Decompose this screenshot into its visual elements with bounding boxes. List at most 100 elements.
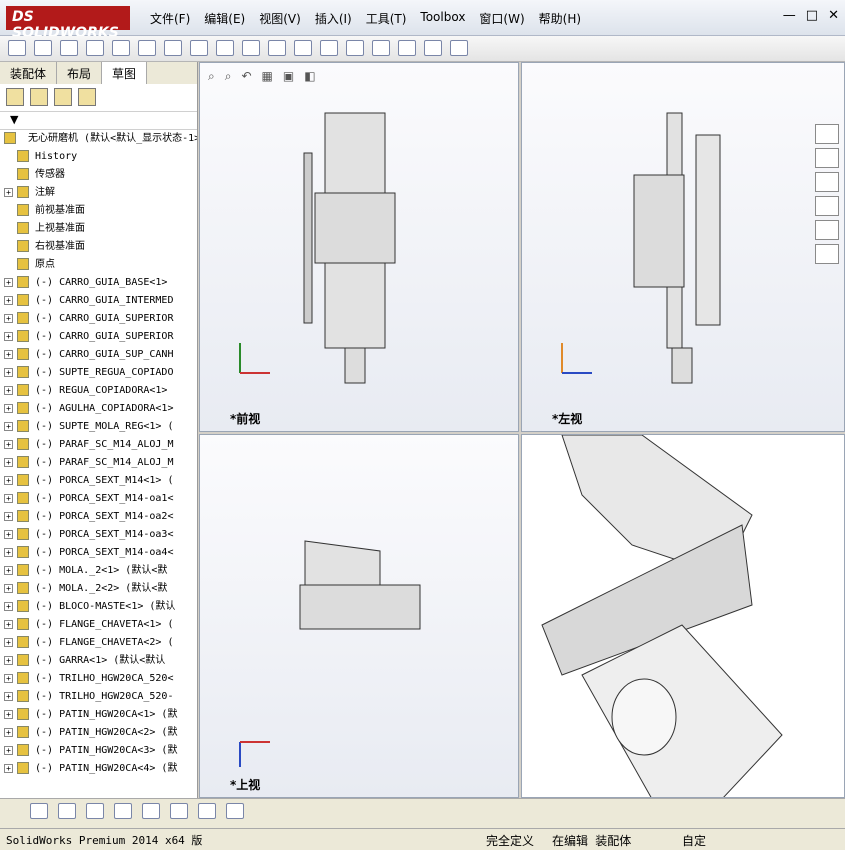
menu-help[interactable]: 帮助(H) xyxy=(539,10,581,27)
menu-view[interactable]: 视图(V) xyxy=(259,10,301,27)
tree-item[interactable]: + (-) PORCA_SEXT_M14-oa4< xyxy=(0,544,197,562)
viewport-top[interactable]: *上视 xyxy=(199,434,519,798)
tree-item[interactable]: + (-) CARRO_GUIA_SUPERIOR xyxy=(0,310,197,328)
polygon-tool-icon[interactable] xyxy=(114,803,132,819)
expand-icon[interactable]: + xyxy=(4,709,13,719)
menu-toolbox[interactable]: Toolbox xyxy=(420,10,465,27)
expand-icon[interactable]: + xyxy=(4,313,13,323)
tab-layout[interactable]: 布局 xyxy=(57,62,103,84)
tree-item[interactable]: + (-) PORCA_SEXT_M14-oa3< xyxy=(0,526,197,544)
single-view-icon[interactable] xyxy=(198,803,216,819)
expand-icon[interactable]: + xyxy=(4,493,13,503)
custom-properties-icon[interactable] xyxy=(815,244,839,264)
menu-window[interactable]: 窗口(W) xyxy=(479,10,524,27)
expand-icon[interactable]: + xyxy=(4,421,13,431)
tree-item[interactable]: + (-) PORCA_SEXT_M14<1> ( xyxy=(0,472,197,490)
tree-item[interactable]: + (-) MOLA._2<2> (默认<默 xyxy=(0,580,197,598)
tree-item[interactable]: 右视基准面 xyxy=(0,238,197,256)
point-icon[interactable] xyxy=(268,40,286,56)
tree-item[interactable]: + (-) TRILHO_HGW20CA_520< xyxy=(0,670,197,688)
tree-item[interactable]: + (-) PARAF_SC_M14_ALOJ_M xyxy=(0,454,197,472)
appearances-icon[interactable] xyxy=(815,220,839,240)
mirror-icon[interactable] xyxy=(346,40,364,56)
tree-item[interactable]: 传感器 xyxy=(0,166,197,184)
expand-icon[interactable]: + xyxy=(4,511,13,521)
tree-item[interactable]: + (-) CARRO_GUIA_INTERMED xyxy=(0,292,197,310)
tree-item[interactable]: 原点 xyxy=(0,256,197,274)
expand-icon[interactable]: + xyxy=(4,295,13,305)
file-explorer-icon[interactable] xyxy=(815,172,839,192)
tree-item[interactable]: + (-) TRILHO_HGW20CA_520- xyxy=(0,688,197,706)
configuration-manager-icon[interactable] xyxy=(54,88,72,106)
home-icon[interactable] xyxy=(815,124,839,144)
slot-icon[interactable] xyxy=(112,40,130,56)
circle-tool-icon[interactable] xyxy=(58,803,76,819)
expand-icon[interactable]: + xyxy=(4,565,13,575)
view-palette-icon[interactable] xyxy=(815,196,839,216)
display-style-icon[interactable]: ◧ xyxy=(304,69,315,84)
smart-dimension-icon[interactable] xyxy=(34,40,52,56)
expand-icon[interactable]: + xyxy=(4,745,13,755)
tree-item[interactable]: History xyxy=(0,148,197,166)
trim-icon[interactable] xyxy=(294,40,312,56)
tree-item[interactable]: + (-) MOLA._2<1> (默认<默 xyxy=(0,562,197,580)
design-library-icon[interactable] xyxy=(815,148,839,168)
tree-item[interactable]: + (-) AGULHA_COPIADORA<1> xyxy=(0,400,197,418)
menu-file[interactable]: 文件(F) xyxy=(150,10,190,27)
tree-item[interactable]: + (-) SUPTE_MOLA_REG<1> ( xyxy=(0,418,197,436)
expand-icon[interactable]: + xyxy=(4,637,13,647)
zoom-area-icon[interactable]: ⌕ xyxy=(225,69,232,84)
tree-item[interactable]: 前视基准面 xyxy=(0,202,197,220)
rectangle-icon[interactable] xyxy=(86,40,104,56)
tree-item[interactable]: + (-) PORCA_SEXT_M14-oa1< xyxy=(0,490,197,508)
tree-item[interactable]: + (-) FLANGE_CHAVETA<2> ( xyxy=(0,634,197,652)
line-tool-icon[interactable] xyxy=(86,803,104,819)
expand-icon[interactable]: + xyxy=(4,187,13,197)
tree-item[interactable]: + (-) REGUA_COPIADORA<1> xyxy=(0,382,197,400)
menu-tools[interactable]: 工具(T) xyxy=(366,10,407,27)
tree-item[interactable]: + (-) PATIN_HGW20CA<1> (默 xyxy=(0,706,197,724)
tree-item[interactable]: + (-) BLOCO-MASTE<1> (默认 xyxy=(0,598,197,616)
rapid-sketch-icon[interactable] xyxy=(450,40,468,56)
feature-manager-icon[interactable] xyxy=(6,88,24,106)
sketch-icon[interactable] xyxy=(8,40,26,56)
filter-icon[interactable]: ▼ xyxy=(0,112,197,130)
viewport-isometric[interactable] xyxy=(521,434,845,798)
tab-sketch[interactable]: 草图 xyxy=(102,62,148,84)
expand-icon[interactable]: + xyxy=(4,331,13,341)
shaded-view-icon[interactable] xyxy=(170,803,188,819)
text-icon[interactable] xyxy=(242,40,260,56)
expand-icon[interactable]: + xyxy=(4,547,13,557)
expand-icon[interactable]: + xyxy=(4,277,13,287)
tree-item[interactable]: + 注解 xyxy=(0,184,197,202)
tree-item[interactable]: + (-) PATIN_HGW20CA<4> (默 xyxy=(0,760,197,778)
pattern-icon[interactable] xyxy=(372,40,390,56)
circle-icon[interactable] xyxy=(138,40,156,56)
expand-icon[interactable]: + xyxy=(4,583,13,593)
tree-item[interactable]: + (-) PATIN_HGW20CA<2> (默 xyxy=(0,724,197,742)
four-view-icon[interactable] xyxy=(226,803,244,819)
tree-item[interactable]: + (-) CARRO_GUIA_SUP_CANH xyxy=(0,346,197,364)
tree-item[interactable]: + (-) CARRO_GUIA_SUPERIOR xyxy=(0,328,197,346)
close-icon[interactable]: ✕ xyxy=(828,8,839,23)
tree-root[interactable]: 无心研磨机 (默认<默认_显示状态-1>) xyxy=(0,130,197,148)
expand-icon[interactable]: + xyxy=(4,727,13,737)
viewport-front[interactable]: ⌕ ⌕ ↶ ▦ ▣ ◧ *前视 xyxy=(199,62,519,432)
expand-icon[interactable]: + xyxy=(4,403,13,413)
viewport-left[interactable]: *左视 xyxy=(521,62,845,432)
tree-item[interactable]: + (-) PATIN_HGW20CA<3> (默 xyxy=(0,742,197,760)
line-icon[interactable] xyxy=(60,40,78,56)
expand-icon[interactable]: + xyxy=(4,367,13,377)
menu-insert[interactable]: 插入(I) xyxy=(315,10,352,27)
minimize-icon[interactable]: — xyxy=(783,8,796,23)
display-manager-icon[interactable] xyxy=(78,88,96,106)
expand-icon[interactable]: + xyxy=(4,673,13,683)
property-manager-icon[interactable] xyxy=(30,88,48,106)
tree-item[interactable]: 上视基准面 xyxy=(0,220,197,238)
arc-icon[interactable] xyxy=(164,40,182,56)
tree-item[interactable]: + (-) PORCA_SEXT_M14-oa2< xyxy=(0,508,197,526)
status-custom[interactable]: 自定 xyxy=(682,832,706,849)
tree-item[interactable]: + (-) SUPTE_REGUA_COPIADO xyxy=(0,364,197,382)
polygon-icon[interactable] xyxy=(190,40,208,56)
tab-assembly[interactable]: 装配体 xyxy=(0,62,58,84)
